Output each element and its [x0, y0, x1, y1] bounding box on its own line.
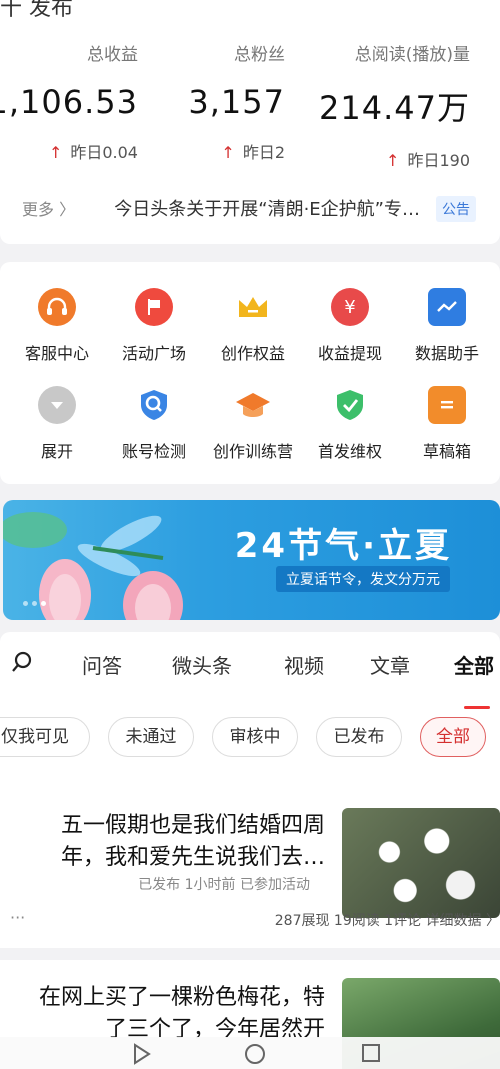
tool-label: 草稿箱 [422, 442, 471, 461]
status-filters: 全部 已发布 审核中 未通过 仅我可见 [0, 717, 500, 757]
article-title[interactable]: 五一假期也是我们结婚四周年，我和爱先生说我们去… [25, 810, 325, 874]
banner-subtitle: 立夏话节令，发文分万元 [276, 566, 450, 592]
stat-value: 214.47万 [319, 89, 470, 127]
article-meta: 已发布 1小时前 已参加活动 [138, 877, 310, 893]
up-arrow-icon: ↑ [48, 143, 63, 162]
tool-customer-service[interactable]: 客服中心 [12, 288, 102, 364]
tool-drafts[interactable]: 草稿箱 [402, 386, 492, 462]
system-nav-bar [0, 1037, 500, 1069]
filter-published[interactable]: 已发布 [316, 717, 402, 757]
carousel-dots [23, 601, 46, 606]
tool-expand[interactable]: 展开 [12, 386, 102, 462]
headset-icon [38, 288, 76, 326]
search-icon[interactable] [10, 650, 34, 679]
home-icon[interactable] [244, 1043, 266, 1065]
stat-delta: ↑ 昨日0.04 [48, 143, 138, 162]
tool-first-publish-rights[interactable]: 首发维权 [305, 386, 395, 462]
yuan-icon: ¥ [331, 288, 369, 326]
stat-fans[interactable]: 总粉丝 3,157 ↑ 昨日2 [188, 40, 285, 163]
content-feed: 全部 文章 视频 微头条 问答 全部 已发布 审核中 未通过 仅我可见 五一假期… [0, 632, 500, 1069]
stat-value: 1,106.53 [0, 83, 138, 121]
more-icon[interactable]: ··· [10, 908, 25, 927]
banner-title: 24节气·立夏 [234, 526, 452, 566]
shield-check-icon [331, 386, 369, 424]
filter-reviewing[interactable]: 审核中 [212, 717, 298, 757]
stat-delta: ↑ 昨日190 [386, 151, 470, 170]
article-thumbnail[interactable] [342, 808, 500, 918]
carousel-dot[interactable] [32, 601, 37, 606]
tab-qa[interactable]: 问答 [82, 650, 122, 679]
crown-icon [234, 288, 272, 326]
tools-grid: 数据助手 ¥ 收益提现 创作权益 活动广场 客服中心 草稿箱 首发维权 创作训练… [0, 262, 500, 484]
chevron-down-icon [38, 386, 76, 424]
notice-more-link[interactable]: 更多 〉 [22, 196, 75, 220]
back-icon[interactable] [130, 1043, 152, 1065]
tool-label: 数据助手 [414, 344, 479, 363]
flag-icon [135, 288, 173, 326]
tool-label: 展开 [40, 442, 73, 461]
stat-delta: ↑ 昨日2 [221, 143, 285, 162]
stat-value: 3,157 [188, 83, 285, 121]
tool-activity-square[interactable]: 活动广场 [109, 288, 199, 364]
content-tabs: 全部 文章 视频 微头条 问答 [0, 650, 500, 709]
article-stats[interactable]: 287展现 19阅读 1评论 详细数据 〉 [275, 910, 500, 930]
tool-label: 客服中心 [24, 344, 89, 363]
filter-rejected[interactable]: 未通过 [108, 717, 194, 757]
tool-income-withdraw[interactable]: ¥ 收益提现 [305, 288, 395, 364]
tool-label: 创作权益 [220, 344, 285, 363]
promo-banner[interactable]: 24节气·立夏 立夏话节令，发文分万元 [3, 500, 500, 620]
filter-all[interactable]: 全部 [420, 717, 486, 757]
active-tab-indicator [464, 706, 490, 709]
search-shield-icon [135, 386, 173, 424]
tab-articles[interactable]: 文章 [370, 650, 410, 679]
chart-icon [428, 288, 466, 326]
tool-label: 收益提现 [317, 344, 382, 363]
stat-label: 总粉丝 [234, 45, 285, 65]
stat-label: 总收益 [87, 45, 138, 65]
tool-data-assistant[interactable]: 数据助手 [402, 288, 492, 364]
notice-text[interactable]: 今日头条关于开展“清朗·E企护航”专… [114, 195, 420, 221]
tool-account-check[interactable]: 账号检测 [109, 386, 199, 462]
carousel-dot-active[interactable] [41, 601, 46, 606]
recents-icon[interactable] [360, 1043, 382, 1065]
tab-micro-posts[interactable]: 微头条 [172, 650, 232, 679]
divider [0, 948, 500, 960]
tab-videos[interactable]: 视频 [284, 650, 324, 679]
filter-private[interactable]: 仅我可见 [0, 717, 90, 757]
carousel-dot[interactable] [23, 601, 28, 606]
notice-badge: 公告 [436, 196, 476, 222]
notice-bar[interactable]: 公告 今日头条关于开展“清朗·E企护航”专… 更多 〉 [0, 193, 500, 225]
up-arrow-icon: ↑ [386, 151, 400, 170]
tool-label: 创作训练营 [212, 442, 293, 461]
stat-income[interactable]: 总收益 1,106.53 ↑ 昨日0.04 [0, 40, 138, 163]
up-arrow-icon: ↑ [221, 143, 235, 162]
publish-button[interactable]: 十 发布 [0, 0, 73, 22]
stat-reads[interactable]: 总阅读(播放)量 214.47万 ↑ 昨日190 [319, 40, 470, 171]
tool-training-camp[interactable]: 创作训练营 [208, 386, 298, 462]
tool-label: 账号检测 [121, 442, 186, 461]
draft-icon [428, 386, 466, 424]
tab-all[interactable]: 全部 [454, 650, 494, 679]
stats-card: 十 发布 总阅读(播放)量 214.47万 ↑ 昨日190 总粉丝 3,157 ↑… [0, 0, 500, 244]
tool-creator-rights[interactable]: 创作权益 [208, 288, 298, 364]
tool-label: 活动广场 [121, 344, 186, 363]
graduation-icon [234, 386, 272, 424]
tool-label: 首发维权 [317, 442, 382, 461]
stat-label: 总阅读(播放)量 [354, 45, 470, 65]
